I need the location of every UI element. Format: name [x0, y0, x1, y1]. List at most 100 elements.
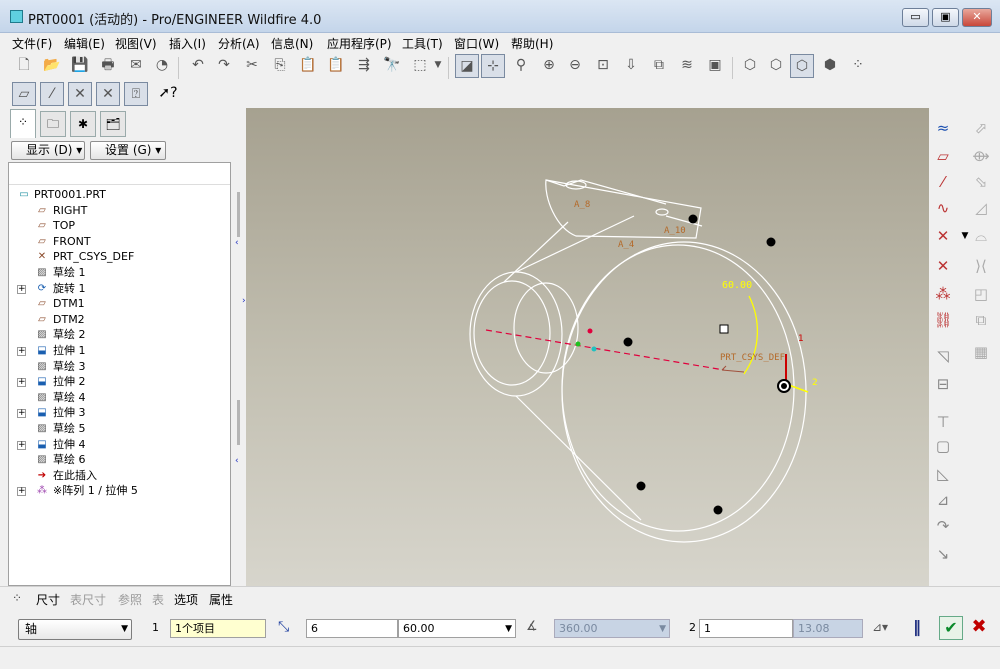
tree-item[interactable]: + ⬓ 拉伸 3	[9, 405, 229, 421]
menu-window[interactable]: 窗口(W)	[454, 35, 499, 52]
tree-item[interactable]: ▨ 草绘 3	[9, 359, 229, 375]
minimize-button[interactable]: ▭	[902, 8, 929, 27]
tree-item[interactable]: ▱ DTM1	[9, 296, 229, 312]
folder-browser-tab[interactable]: 🗀	[40, 111, 66, 137]
datum-axis-icon[interactable]: ▱	[931, 144, 955, 168]
view-manager-icon[interactable]: ⇩	[619, 54, 643, 78]
angle-extent-input[interactable]: 360.00 ▼	[554, 619, 670, 638]
menu-file[interactable]: 文件(F)	[12, 35, 52, 52]
send-icon[interactable]: ◔	[150, 54, 174, 78]
tree-item[interactable]: + ⬓ 拉伸 2	[9, 374, 229, 390]
menu-applications[interactable]: 应用程序(P)	[327, 35, 392, 52]
csys-tool-icon[interactable]: ✕	[931, 254, 955, 278]
project-icon[interactable]: ⧉	[969, 308, 993, 332]
sketch-tool-icon[interactable]: ∿	[931, 196, 955, 220]
redo-icon[interactable]: ↷	[212, 54, 236, 78]
tree-item[interactable]: + ⬓ 拉伸 4	[9, 437, 229, 453]
spin-center-icon[interactable]: ⊹	[481, 54, 505, 78]
pause-icon[interactable]: ‖	[913, 617, 921, 636]
dimension-label[interactable]: A_4	[618, 240, 634, 250]
tab-properties[interactable]: 属性	[209, 591, 233, 608]
copy-icon[interactable]: ⎘	[268, 54, 292, 78]
direction2-extent-icon[interactable]: ⊿▾	[872, 620, 888, 634]
saved-views-icon[interactable]: ⧉	[647, 54, 671, 78]
direction2-count-input[interactable]: 1	[699, 619, 793, 638]
menu-info[interactable]: 信息(N)	[271, 35, 313, 52]
expand-icon[interactable]: +	[17, 347, 26, 356]
tree-item[interactable]: + ⬓ 拉伸 1	[9, 343, 229, 359]
save-icon[interactable]: 💾	[68, 54, 92, 78]
chevron-down-icon[interactable]: ▼	[432, 54, 444, 78]
menu-analysis[interactable]: 分析(A)	[218, 35, 260, 52]
paste-icon[interactable]: 📋	[296, 54, 320, 78]
intersect-icon[interactable]: ⟩⟨	[969, 254, 993, 278]
expand-icon[interactable]: +	[17, 487, 26, 497]
tree-item[interactable]: ▨ 草绘 5	[9, 421, 229, 437]
maximize-button[interactable]: ▣	[932, 8, 959, 27]
datum-point-display-icon[interactable]: ✕	[68, 82, 92, 106]
tree-item[interactable]: ▨ 草绘 1	[9, 265, 229, 281]
select-box-icon[interactable]: ⬚	[406, 54, 434, 78]
favorites-tab[interactable]: ✱	[70, 111, 96, 137]
refit-icon[interactable]: ⊡	[591, 54, 615, 78]
flip-direction-icon[interactable]: ⤡	[278, 619, 289, 635]
no-hidden-icon[interactable]: ⬡	[790, 54, 814, 78]
model-tree-tab[interactable]: ⁘	[10, 109, 36, 138]
expand-icon[interactable]: +	[17, 378, 26, 388]
member-count-input[interactable]: 6	[306, 619, 398, 638]
menu-edit[interactable]: 编辑(E)	[64, 35, 105, 52]
send-icon[interactable]: ✉	[124, 54, 148, 78]
layers-icon[interactable]: ≋	[675, 54, 699, 78]
orient-icon[interactable]: ⚲	[509, 54, 533, 78]
datum-plane-display-icon[interactable]: ▱	[12, 82, 36, 106]
direction2-spacing-input[interactable]: 13.08	[793, 619, 863, 638]
paste-special-icon[interactable]: 📋	[324, 54, 348, 78]
tree-item[interactable]: ▱ DTM2	[9, 312, 229, 328]
hole-icon[interactable]: ◹	[931, 344, 955, 368]
connections-tab[interactable]: 🗂	[100, 111, 126, 137]
pattern-tool-icon[interactable]: ↷	[931, 514, 955, 538]
new-icon[interactable]: 🗋	[12, 54, 36, 78]
regenerate-icon[interactable]: ⇶	[352, 54, 376, 78]
expand-icon[interactable]: +	[17, 440, 26, 450]
zoom-out-icon[interactable]: ⊖	[563, 54, 587, 78]
zoom-in-icon[interactable]: ⊕	[537, 54, 561, 78]
tree-item[interactable]: ▭ PRT0001.PRT	[9, 187, 229, 203]
rib-icon[interactable]: ⊤	[931, 410, 955, 434]
menu-view[interactable]: 视图(V)	[115, 35, 157, 52]
chamfer-icon[interactable]: ⊿	[931, 488, 955, 512]
menu-insert[interactable]: 插入(I)	[169, 35, 206, 52]
solidify-icon[interactable]: ◰	[969, 282, 993, 306]
trim-icon[interactable]: ⟴	[969, 144, 993, 168]
round-icon[interactable]: ◺	[931, 462, 955, 486]
annotation-display-icon[interactable]: ⍰	[124, 82, 148, 106]
mirror-icon[interactable]: ↘	[931, 542, 955, 566]
menu-help[interactable]: 帮助(H)	[511, 35, 553, 52]
accept-button[interactable]: ✔	[939, 616, 963, 640]
dimension-label[interactable]: A_8	[574, 200, 590, 210]
settings-dropdown[interactable]: 设置 (G) ▾	[90, 141, 166, 160]
cancel-button[interactable]: ✖	[967, 616, 991, 640]
tab-table-dimensions[interactable]: 表尺寸	[70, 591, 106, 608]
dimension-label[interactable]: A_10	[664, 226, 686, 236]
cut-icon[interactable]: ✂	[240, 54, 264, 78]
tree-item[interactable]: ▱ FRONT	[9, 234, 229, 250]
tab-references[interactable]: 参照	[118, 591, 142, 608]
pane-splitter[interactable]: ‹ › ‹	[233, 108, 246, 586]
datum-axis-display-icon[interactable]: ⁄	[40, 82, 64, 106]
tree-item[interactable]: ▨ 草绘 6	[9, 452, 229, 468]
thicken-icon[interactable]: ⌓	[969, 224, 993, 248]
tree-item[interactable]: + ⁂ ※阵列 1 / 拉伸 5	[9, 483, 229, 499]
angle-extent-icon[interactable]: ∡	[526, 619, 538, 634]
drag-handle[interactable]	[719, 324, 729, 334]
menu-tools[interactable]: 工具(T)	[402, 35, 443, 52]
collapse-left-icon[interactable]: ‹	[235, 456, 239, 466]
show-dropdown[interactable]: 显示 (D) ▾	[11, 141, 85, 160]
offset-icon[interactable]: ◿	[969, 196, 993, 220]
model-display-icon[interactable]: ▣	[703, 54, 727, 78]
hidden-line-icon[interactable]: ⬡	[764, 54, 788, 78]
link-icon[interactable]: ⛓	[931, 308, 955, 332]
tree-item[interactable]: ▨ 草绘 4	[9, 390, 229, 406]
open-icon[interactable]: 📂	[40, 54, 64, 78]
tab-dimensions[interactable]: 尺寸	[36, 591, 60, 608]
